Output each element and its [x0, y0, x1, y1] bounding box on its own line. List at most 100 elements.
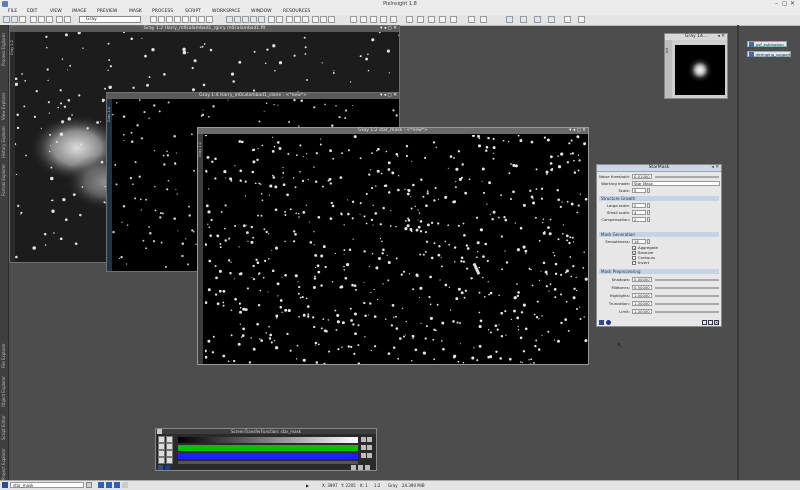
zoom-icon[interactable]	[158, 16, 165, 23]
mask-enable-icon[interactable]	[56, 16, 63, 23]
undo-all-icon[interactable]	[46, 16, 53, 23]
tab-project-explorer[interactable]: Project Explorer	[0, 447, 8, 481]
tab-object-explorer[interactable]: Object Explorer	[0, 375, 8, 409]
stf-channel-l[interactable]	[178, 461, 358, 464]
window-title[interactable]: Gray 1:2 star_mask : <*new*>	[198, 128, 588, 134]
image-window-star-mask[interactable]: Gray 1:2 star_mask : <*new*> ▾ ◂ ▢ ✕ Gra…	[197, 127, 589, 365]
noise-threshold-slider[interactable]	[655, 176, 719, 178]
tab-view-explorer[interactable]: View Explorer	[0, 91, 8, 121]
stf-preview-icon[interactable]	[351, 465, 356, 470]
save-icon[interactable]	[19, 16, 26, 23]
stf-reset-b-icon[interactable]	[361, 453, 366, 458]
help-icon[interactable]	[708, 320, 713, 325]
process-icon-h[interactable]	[428, 16, 435, 23]
shadows-slider[interactable]	[655, 279, 719, 281]
maximize-icon[interactable]: ▢	[782, 0, 788, 8]
stf-tools[interactable]	[158, 436, 176, 464]
starmask-dialog[interactable]: StarMask ◂ ✕ Noise threshold: 0.01000 Wo…	[596, 164, 722, 327]
preview-toggle-icon[interactable]	[702, 320, 707, 325]
large-scale-spinner[interactable]	[647, 203, 650, 208]
zoom-out-icon[interactable]	[234, 16, 241, 23]
undo-icon[interactable]	[30, 16, 37, 23]
reset-icon[interactable]: ✕	[714, 320, 719, 325]
process-icon-g[interactable]	[417, 16, 424, 23]
process-icon-j[interactable]	[450, 16, 457, 23]
menu-view[interactable]: VIEW	[50, 8, 62, 15]
stf-lock-b-icon[interactable]	[367, 453, 372, 458]
structure-growth-section[interactable]: Structure Growth	[599, 196, 719, 201]
stf-new-instance-icon[interactable]	[158, 465, 163, 470]
truncation-slider[interactable]	[655, 303, 719, 305]
minimize-icon[interactable]: –	[775, 0, 778, 8]
flip-icon[interactable]	[190, 16, 197, 23]
process-icon-e[interactable]	[390, 16, 397, 23]
mask-preprocessing-section[interactable]: Mask Preprocessing	[599, 269, 719, 274]
preview-new-icon[interactable]	[294, 16, 301, 23]
menu-preview[interactable]: PREVIEW	[97, 8, 117, 15]
noise-threshold-field[interactable]: 0.01000	[632, 174, 652, 179]
menu-script[interactable]: SCRIPT	[185, 8, 201, 15]
rotate-icon[interactable]	[198, 16, 205, 23]
stf-channel-k[interactable]	[178, 437, 358, 443]
process-icon-a[interactable]	[350, 16, 357, 23]
tab-history-explorer[interactable]: History Explorer	[0, 125, 8, 159]
select-icon[interactable]	[206, 16, 213, 23]
highlights-slider[interactable]	[655, 295, 719, 297]
scale-spinner[interactable]	[647, 188, 650, 193]
process-icon-deringing-support[interactable]: deringing_support	[747, 51, 791, 57]
status-mode-4-icon[interactable]	[122, 482, 128, 488]
zoom-fit-icon[interactable]	[242, 16, 249, 23]
pan-icon[interactable]	[150, 16, 157, 23]
working-mode-select[interactable]: Star Mask	[632, 181, 720, 186]
menu-image[interactable]: IMAGE	[72, 8, 87, 15]
tab-format-explorer[interactable]: Format Explorer	[0, 163, 8, 197]
window-buttons[interactable]: ◂ ✕	[718, 34, 725, 40]
menu-file[interactable]: FILE	[8, 8, 17, 15]
apply-icon[interactable]	[606, 320, 611, 325]
preview-delete-icon[interactable]	[302, 16, 309, 23]
scale-field[interactable]: 5	[632, 188, 646, 193]
process-icon-b[interactable]	[360, 16, 367, 23]
redo-icon[interactable]	[38, 16, 45, 23]
process-icon-d[interactable]	[380, 16, 387, 23]
window-buttons[interactable]: ▾ ◂ ▢ ✕	[569, 128, 586, 134]
stf-panel[interactable]: ScreenTransferFunction: star_mask	[155, 428, 377, 471]
tab-script-editor[interactable]: Script Editor	[0, 413, 8, 443]
stf-auto-icon[interactable]	[166, 450, 173, 457]
stf-channel-g[interactable]	[178, 445, 358, 451]
stf-zoom-icon[interactable]	[166, 436, 173, 443]
stf-lock-k-icon[interactable]	[367, 437, 372, 442]
smoothness-spinner[interactable]	[647, 239, 650, 244]
shadows-field[interactable]: 0.00000	[632, 277, 652, 282]
workspace-3-icon[interactable]	[534, 16, 541, 23]
process-icon-l[interactable]	[480, 16, 487, 23]
status-mode-2-icon[interactable]	[106, 482, 112, 488]
stf-auto-icon[interactable]	[320, 16, 327, 23]
menu-window[interactable]: WINDOW	[251, 8, 272, 15]
truncation-field[interactable]: 1.00000	[632, 301, 652, 306]
status-mode-3-icon[interactable]	[114, 482, 120, 488]
stf-apply-icon[interactable]	[165, 465, 170, 470]
zoom-in-icon[interactable]	[226, 16, 233, 23]
preview-icon[interactable]	[286, 16, 293, 23]
zoom-2-icon[interactable]	[258, 16, 265, 23]
compensation-spinner[interactable]	[647, 217, 650, 222]
menu-mask[interactable]: MASK	[129, 8, 142, 15]
large-scale-field[interactable]: 2	[632, 203, 646, 208]
move-icon[interactable]	[182, 16, 189, 23]
aggregate-checkbox[interactable]: ✓	[632, 246, 636, 251]
process-icon-c[interactable]	[370, 16, 377, 23]
stf-icon[interactable]	[312, 16, 319, 23]
open-icon[interactable]	[11, 16, 18, 23]
workspace-2-icon[interactable]	[520, 16, 527, 23]
display-icon[interactable]	[268, 16, 275, 23]
midtones-slider[interactable]	[655, 287, 719, 289]
small-scale-spinner[interactable]	[647, 210, 650, 215]
highlights-field[interactable]: 1.00000	[632, 293, 652, 298]
limit-field[interactable]: 1.00000	[632, 309, 652, 314]
compensation-field[interactable]: 2	[632, 217, 646, 222]
view-selector[interactable]: Gray	[79, 16, 141, 23]
workspace-1-icon[interactable]	[506, 16, 513, 23]
new-instance-icon[interactable]	[599, 320, 604, 325]
menu-edit[interactable]: EDIT	[27, 8, 37, 15]
